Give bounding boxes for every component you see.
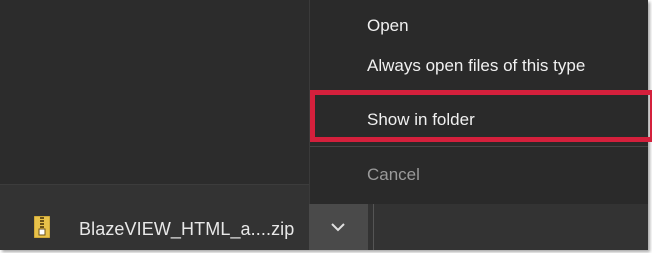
menu-item-open[interactable]: Open bbox=[367, 16, 409, 36]
chevron-down-icon bbox=[331, 223, 345, 232]
menu-divider bbox=[310, 146, 648, 147]
menu-item-cancel: Cancel bbox=[367, 165, 420, 184]
highlight-box bbox=[310, 90, 652, 142]
download-file-name: BlazeVIEW_HTML_a....zip bbox=[79, 219, 295, 239]
menu-item-always-open[interactable]: Always open files of this type bbox=[367, 56, 585, 76]
shelf-divider bbox=[373, 199, 374, 250]
download-item[interactable]: BlazeVIEW_HTML_a....zip bbox=[0, 185, 309, 250]
page-content-area bbox=[0, 0, 309, 184]
zip-archive-icon bbox=[34, 216, 50, 238]
